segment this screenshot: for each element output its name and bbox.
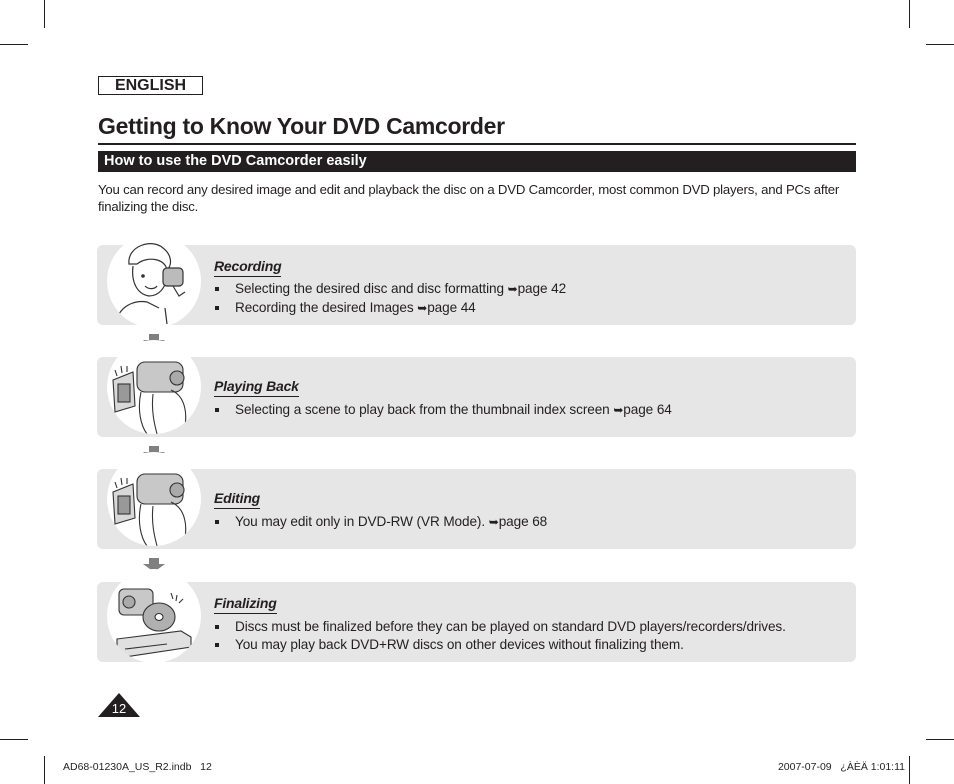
page-reference: page 64 <box>623 402 672 417</box>
crop-mark <box>44 756 45 784</box>
step-bullets-playing-back: Selecting a scene to play back from the … <box>214 401 672 420</box>
crop-mark <box>0 44 28 45</box>
page-reference: page 68 <box>498 514 548 529</box>
footer-timestamp: 2007-07-09 ¿ÀÈÄ 1:01:11 <box>777 761 905 773</box>
bullet-square-icon <box>215 642 219 647</box>
page-ref-arrow-icon: ➥ <box>613 403 624 417</box>
list-item: You may edit only in DVD-RW (VR Mode). ➥… <box>214 513 547 532</box>
hands-holding-camcorder-icon <box>112 361 187 434</box>
finalizing-illustration <box>107 569 201 663</box>
person-with-camcorder-icon <box>118 243 186 325</box>
step-heading-editing: Editing <box>214 490 260 509</box>
page-ref-arrow-icon: ➥ <box>417 300 428 315</box>
bullet-square-icon <box>215 287 219 291</box>
page-ref-arrow-icon: ➥ <box>507 282 518 296</box>
hands-holding-camcorder-icon <box>112 473 187 546</box>
step-bullets-recording: Selecting the desired disc and disc form… <box>214 280 566 317</box>
crop-mark <box>44 0 45 28</box>
footer-file-info: AD68-01230A_US_R2.indb 12 <box>63 761 212 773</box>
step-card-playing-back <box>97 357 856 437</box>
page-number: 12 <box>111 701 127 716</box>
list-item: Discs must be finalized before they can … <box>214 618 786 636</box>
language-label: ENGLISH <box>98 76 203 95</box>
page-ref-arrow-icon: ➥ <box>488 515 499 529</box>
list-item: Selecting a scene to play back from the … <box>214 401 672 420</box>
page-title: Getting to Know Your DVD Camcorder <box>98 113 505 139</box>
editing-illustration <box>107 452 201 546</box>
playing-back-illustration <box>107 340 201 434</box>
recording-illustration <box>107 234 201 328</box>
crop-mark <box>0 739 28 740</box>
crop-mark <box>926 44 954 45</box>
bullet-square-icon <box>215 520 219 524</box>
intro-text: You can record any desired image and edi… <box>98 182 840 214</box>
crop-mark <box>926 739 954 740</box>
list-item: Selecting the desired disc and disc form… <box>214 280 566 299</box>
step-bullets-finalizing: Discs must be finalized before they can … <box>214 618 786 653</box>
page-reference: page 42 <box>517 281 567 296</box>
list-item: Recording the desired Images ➥page 44 <box>214 299 566 318</box>
crop-mark <box>909 756 910 784</box>
list-item: You may play back DVD+RW discs on other … <box>214 636 786 654</box>
bullet-square-icon <box>215 305 219 310</box>
step-card-editing <box>97 469 856 549</box>
step-bullets-editing: You may edit only in DVD-RW (VR Mode). ➥… <box>214 513 547 532</box>
bullet-square-icon <box>215 625 219 629</box>
step-heading-finalizing: Finalizing <box>214 595 277 614</box>
page-number-badge: 12 <box>98 693 140 717</box>
step-heading-playing-back: Playing Back <box>214 378 299 397</box>
section-title: How to use the DVD Camcorder easily <box>98 151 856 172</box>
page-reference: page 44 <box>427 299 476 315</box>
camcorder-disc-player-icon <box>116 588 192 658</box>
crop-mark <box>909 0 910 28</box>
step-heading-recording: Recording <box>214 258 282 277</box>
title-divider <box>98 143 856 145</box>
bullet-square-icon <box>215 408 219 412</box>
